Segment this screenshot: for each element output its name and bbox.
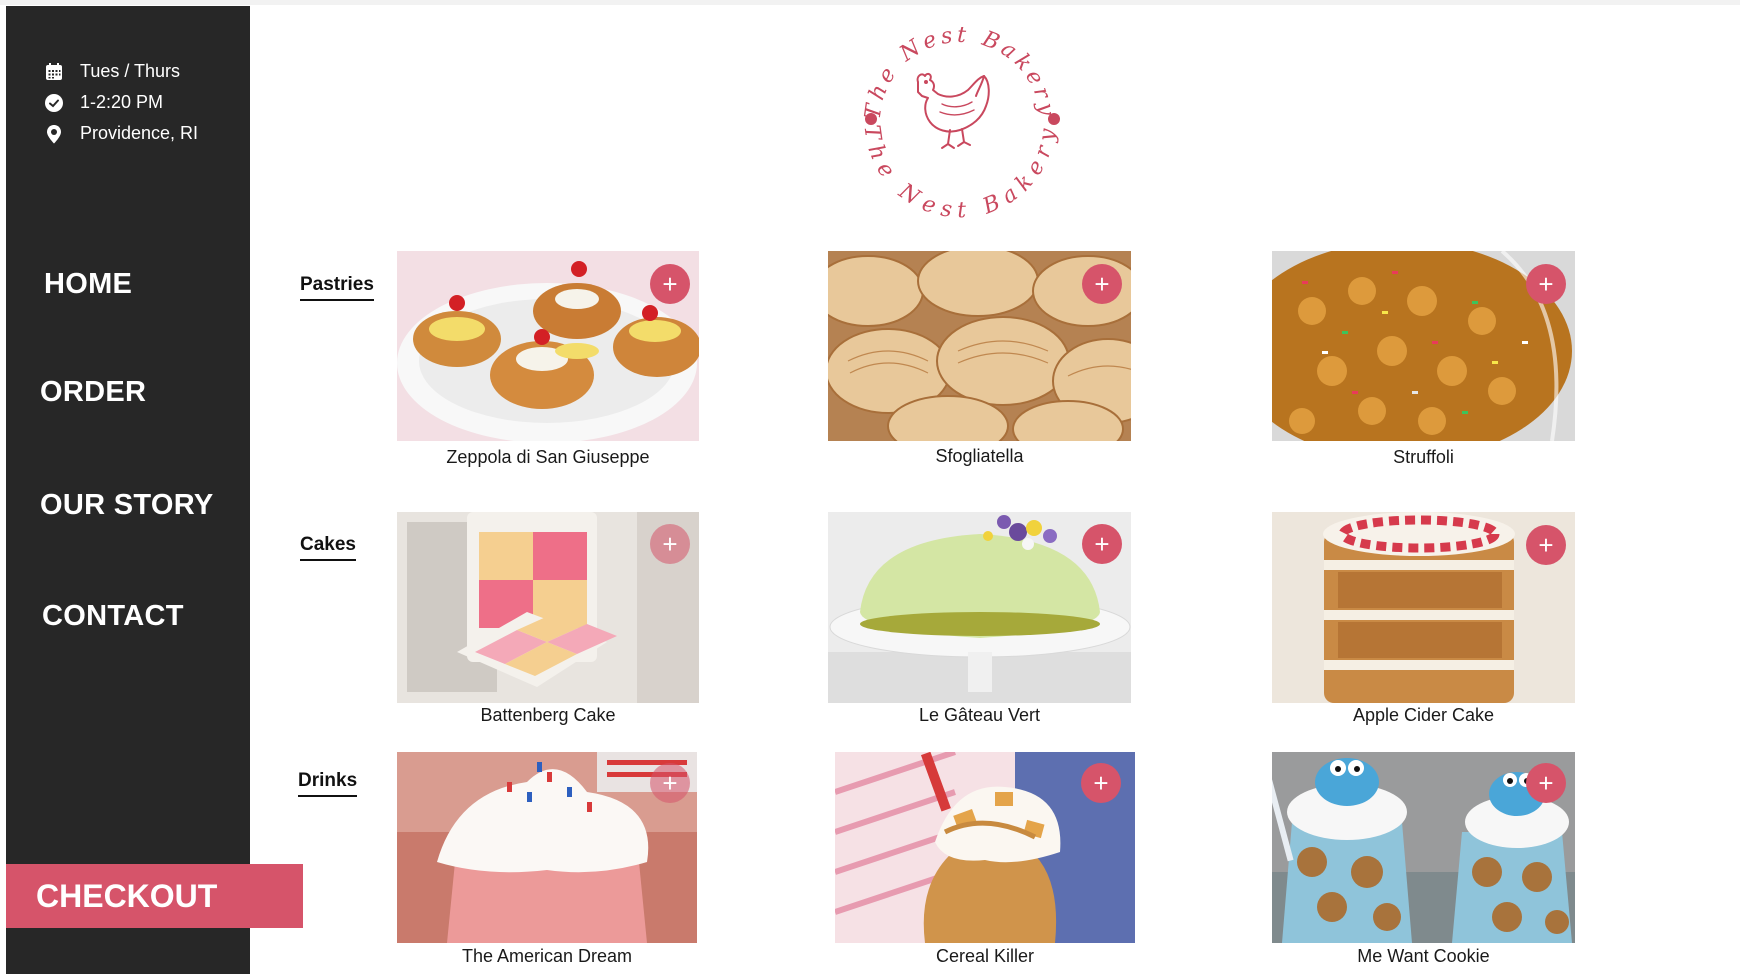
nav-our-story[interactable]: OUR STORY <box>40 489 214 522</box>
product-name: Zeppola di San Giuseppe <box>446 447 650 467</box>
add-to-cart-button[interactable]: + <box>1526 264 1566 304</box>
product-name: Battenberg Cake <box>480 705 616 725</box>
hours-time-text: 1-2:20 PM <box>80 92 164 112</box>
product-name: Apple Cider Cake <box>1352 705 1495 725</box>
product-card[interactable]: + Zeppola di San Giuseppe <box>397 251 699 476</box>
plus-icon: + <box>1093 768 1109 798</box>
hours-days-text: Tues / Thurs <box>80 61 181 81</box>
product-card[interactable]: + Battenberg Cake <box>397 512 699 737</box>
add-to-cart-button[interactable]: + <box>650 763 690 803</box>
plus-icon: + <box>1094 529 1110 559</box>
product-card[interactable]: + Le Gâteau Vert <box>828 512 1131 737</box>
add-to-cart-button[interactable]: + <box>1081 763 1121 803</box>
add-to-cart-button[interactable]: + <box>1526 525 1566 565</box>
plus-icon: + <box>662 768 678 798</box>
plus-icon: + <box>662 269 678 299</box>
nav-order[interactable]: ORDER <box>40 376 146 409</box>
nav-contact[interactable]: CONTACT <box>42 600 184 633</box>
product-card[interactable]: + Cereal Killer <box>835 752 1135 974</box>
calendar-icon <box>44 62 72 82</box>
add-to-cart-button[interactable]: + <box>1082 524 1122 564</box>
product-name: Me Want Cookie <box>1357 946 1490 966</box>
plus-icon: + <box>1538 530 1554 560</box>
checkout-button[interactable]: CHECKOUT <box>6 864 303 928</box>
location: Providence, RI <box>44 118 198 149</box>
hours-days: Tues / Thurs <box>44 56 198 87</box>
plus-icon: + <box>662 529 678 559</box>
hours-time: 1-2:20 PM <box>44 87 198 118</box>
product-card[interactable]: + Apple Cider Cake <box>1272 512 1575 737</box>
product-card[interactable]: + Sfogliatella <box>828 251 1131 476</box>
product-name: Struffoli <box>1393 447 1454 467</box>
add-to-cart-button[interactable]: + <box>1082 264 1122 304</box>
plus-icon: + <box>1538 768 1554 798</box>
plus-icon: + <box>1094 269 1110 299</box>
product-name: Le Gâteau Vert <box>918 705 1041 725</box>
add-to-cart-button[interactable]: + <box>650 524 690 564</box>
bakery-logo[interactable]: The Nest Bakery The Nest Bakery <box>850 12 1070 223</box>
clock-icon <box>44 93 72 113</box>
product-card[interactable]: + Me Want Cookie <box>1272 752 1575 974</box>
add-to-cart-button[interactable]: + <box>650 264 690 304</box>
nav-home[interactable]: HOME <box>44 268 132 301</box>
add-to-cart-button[interactable]: + <box>1526 763 1566 803</box>
svg-text:The Nest Bakery: The Nest Bakery <box>858 123 1061 222</box>
top-border <box>0 0 1740 5</box>
product-name: Cereal Killer <box>935 946 1035 966</box>
product-name: The American Dream <box>461 946 633 966</box>
product-card[interactable]: + The American Dream <box>397 752 697 974</box>
location-pin-icon <box>44 124 72 144</box>
location-text: Providence, RI <box>80 123 199 143</box>
product-name: Sfogliatella <box>935 446 1024 466</box>
section-label-pastries: Pastries <box>300 274 374 301</box>
section-label-drinks: Drinks <box>298 770 358 797</box>
hen-icon <box>916 72 990 149</box>
product-card[interactable]: + Struffoli <box>1272 251 1575 476</box>
business-info: Tues / Thurs 1-2:20 PM Providence, RI <box>44 56 198 149</box>
plus-icon: + <box>1538 269 1554 299</box>
section-label-cakes: Cakes <box>300 534 356 561</box>
